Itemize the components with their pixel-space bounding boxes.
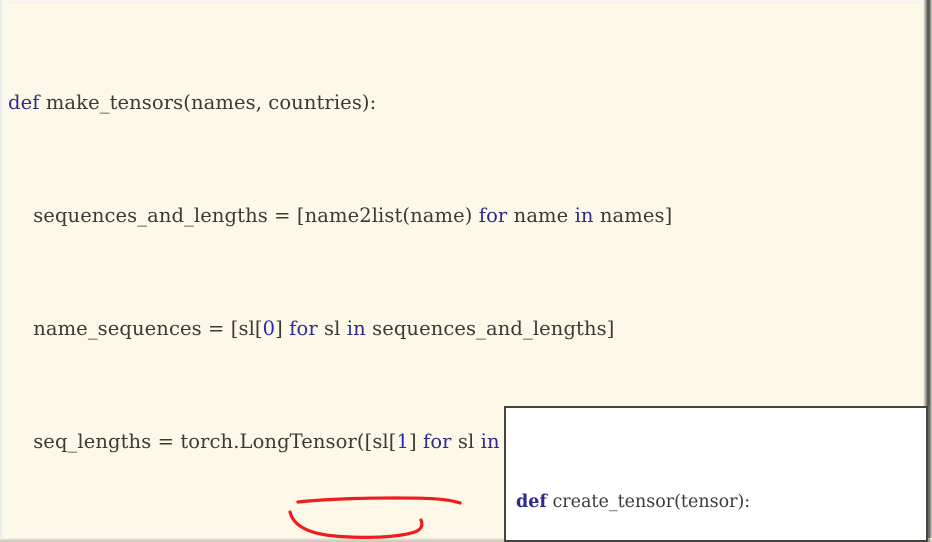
inset-code-block: def create_tensor(tensor): if USE_GPU: d…: [516, 413, 843, 540]
code-line-2-a: sequences_and_lengths = [name2list(name): [33, 204, 479, 228]
code-line-2-c: names]: [593, 204, 673, 228]
inset-code-box: def create_tensor(tensor): if USE_GPU: d…: [504, 406, 928, 542]
slide-left-edge: [0, 0, 7, 542]
token-keyword-for-4: for: [423, 430, 452, 454]
token-keyword-for-2: for: [478, 204, 508, 228]
token-keyword-in-4: in: [480, 430, 500, 454]
code-line-4-a: seq_lengths = torch.LongTensor([sl[: [33, 430, 397, 454]
inset-token-keyword-def: def: [516, 491, 547, 512]
code-line-2: sequences_and_lengths = [name2list(name)…: [8, 202, 924, 230]
code-line-3-d: sequences_and_lengths]: [365, 317, 615, 341]
token-literal-0: 0: [262, 317, 276, 341]
code-line-1-rest: make_tensors(names, countries):: [39, 90, 377, 114]
token-keyword-in-2: in: [574, 204, 594, 228]
code-line-2-b: name: [507, 204, 575, 228]
token-literal-1: 1: [396, 430, 409, 454]
token-keyword-for-3: for: [289, 317, 318, 341]
inset-line-1: def create_tensor(tensor):: [516, 490, 843, 516]
slide-canvas: def make_tensors(names, countries): sequ…: [0, 0, 932, 542]
code-line-3-a: name_sequences = [sl[: [33, 317, 263, 341]
code-line-3-c: sl: [317, 317, 347, 341]
code-line-4-b: ]: [409, 430, 424, 454]
code-line-3: name_sequences = [sl[0] for sl in sequen…: [8, 315, 924, 343]
inset-line-1-rest: create_tensor(tensor):: [546, 491, 751, 512]
token-keyword-def: def: [8, 90, 40, 114]
code-line-1: def make_tensors(names, countries):: [8, 89, 924, 117]
code-line-3-b: ]: [275, 317, 290, 341]
slide-top-edge: [0, 0, 932, 3]
code-line-4-c: sl: [451, 430, 481, 454]
token-keyword-in-3: in: [346, 317, 366, 341]
